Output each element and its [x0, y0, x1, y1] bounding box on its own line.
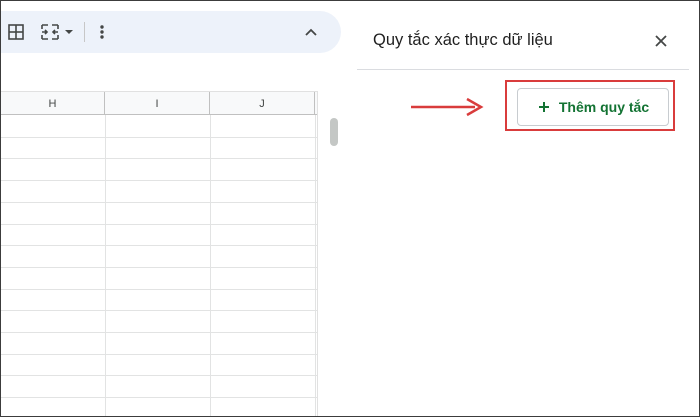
toolbar: [1, 11, 341, 53]
panel-title: Quy tắc xác thực dữ liệu: [373, 31, 553, 49]
plus-icon: [537, 100, 551, 114]
column-header-row: H I J: [1, 91, 317, 115]
panel-divider: [357, 69, 689, 70]
column-header-j[interactable]: J: [210, 92, 315, 115]
row-gridline: [1, 397, 317, 398]
row-gridline: [1, 137, 317, 138]
column-header-h[interactable]: H: [1, 92, 105, 115]
arrow-right-icon: [411, 97, 484, 117]
app-window: H I J Quy tắc xác thực dữ liệu Thêm quy …: [0, 0, 700, 417]
row-gridline: [1, 332, 317, 333]
row-gridline: [1, 375, 317, 376]
toolbar-divider: [84, 22, 85, 42]
cell-rows[interactable]: [1, 115, 317, 416]
sheet-grid[interactable]: H I J: [1, 91, 345, 416]
scrollbar-thumb[interactable]: [330, 118, 338, 146]
vertical-scrollbar[interactable]: [317, 91, 345, 416]
row-gridline: [1, 310, 317, 311]
column-gridline: [315, 115, 316, 416]
chevron-up-icon[interactable]: [301, 22, 321, 42]
close-icon[interactable]: [651, 31, 671, 51]
row-gridline: [1, 354, 317, 355]
merge-cells-icon[interactable]: [40, 22, 60, 42]
spreadsheet-area: H I J: [1, 1, 345, 416]
column-gridline: [210, 115, 211, 416]
data-validation-panel: Quy tắc xác thực dữ liệu Thêm quy tắc: [345, 1, 699, 416]
row-gridline: [1, 267, 317, 268]
borders-icon[interactable]: [6, 22, 26, 42]
more-vertical-icon[interactable]: [92, 22, 112, 42]
add-rule-label: Thêm quy tắc: [558, 99, 650, 115]
column-gridline: [105, 115, 106, 416]
row-gridline: [1, 158, 317, 159]
row-gridline: [1, 289, 317, 290]
row-gridline: [1, 180, 317, 181]
chevron-down-icon[interactable]: [63, 22, 75, 42]
column-header-i[interactable]: I: [105, 92, 210, 115]
row-gridline: [1, 202, 317, 203]
row-gridline: [1, 245, 317, 246]
add-rule-button[interactable]: Thêm quy tắc: [517, 88, 669, 126]
row-gridline: [1, 224, 317, 225]
